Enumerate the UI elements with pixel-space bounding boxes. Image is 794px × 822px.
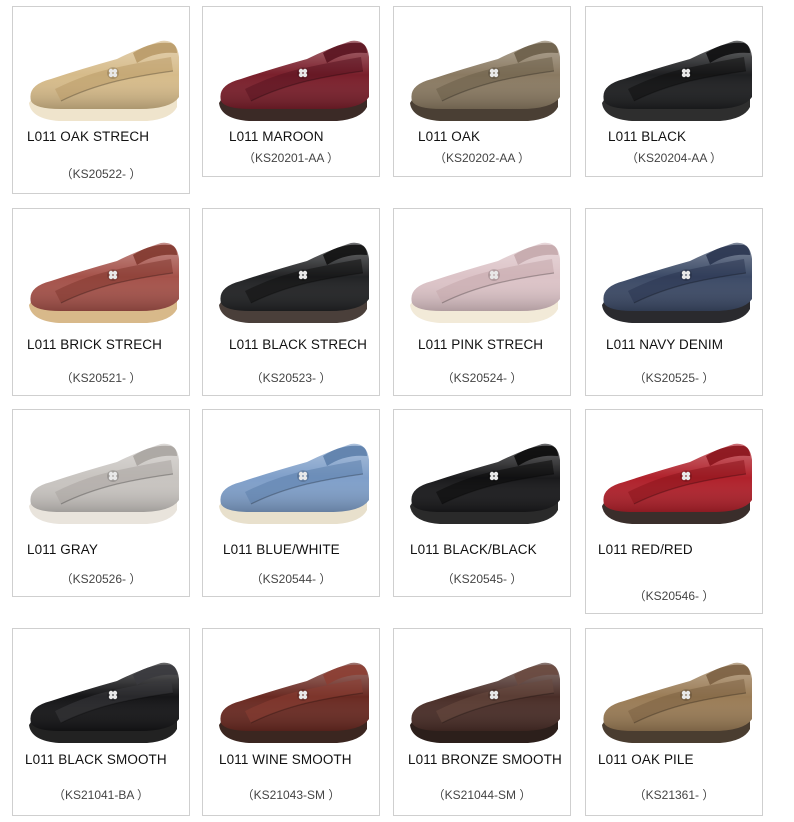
product-code: （KS20525- ） <box>633 371 715 385</box>
shoe-image <box>410 662 560 743</box>
product-name: L011 BLACK/BLACK <box>410 542 537 557</box>
product-code: （KS20546- ） <box>633 589 715 603</box>
product-card[interactable]: L011 OAK （KS20202-AA ） <box>393 6 571 177</box>
product-card[interactable]: L011 OAK PILE （KS21361- ） <box>585 628 763 816</box>
product-name: L011 BLUE/WHITE <box>223 542 340 557</box>
product-code: （KS20522- ） <box>60 167 142 181</box>
product-card[interactable]: L011 RED/RED （KS20546- ） <box>585 409 763 614</box>
product-name: L011 OAK STRECH <box>27 129 150 144</box>
product-code: （KS21044-SM ） <box>432 788 532 802</box>
product-code: （KS20204-AA ） <box>625 151 723 165</box>
product-name: L011 OAK <box>418 129 481 144</box>
product-name: L011 GRAY <box>27 542 98 557</box>
shoe-image <box>29 242 179 323</box>
product-name: L011 WINE SMOOTH <box>219 752 352 767</box>
product-name: L011 PINK STRECH <box>418 337 544 352</box>
shoe-image <box>29 40 179 121</box>
product-card[interactable]: L011 BLACK SMOOTH （KS21041-BA ） <box>12 628 190 816</box>
product-card[interactable]: L011 PINK STRECH （KS20524- ） <box>393 208 571 396</box>
shoe-image <box>29 443 179 524</box>
shoe-image <box>219 242 369 323</box>
product-code: （KS21361- ） <box>633 788 715 802</box>
shoe-image <box>410 443 560 524</box>
product-name: L011 BLACK SMOOTH <box>25 752 167 767</box>
product-card[interactable]: L011 BRONZE SMOOTH （KS21044-SM ） <box>393 628 571 816</box>
product-code: （KS20526- ） <box>60 572 142 586</box>
product-name: L011 OAK PILE <box>598 752 694 767</box>
product-code: （KS20524- ） <box>441 371 523 385</box>
shoe-image <box>602 242 752 323</box>
product-card[interactable]: L011 OAK STRECH （KS20522- ） <box>12 6 190 194</box>
shoe-image <box>410 242 560 323</box>
product-name: L011 BLACK STRECH <box>229 337 368 352</box>
shoe-image <box>219 662 369 743</box>
shoe-image <box>29 662 179 743</box>
product-card[interactable]: L011 WINE SMOOTH （KS21043-SM ） <box>202 628 380 816</box>
shoe-image <box>602 662 752 743</box>
product-name: L011 BLACK <box>608 129 687 144</box>
product-code: （KS20523- ） <box>250 371 332 385</box>
shoe-image <box>219 40 369 121</box>
shoe-image <box>219 443 369 524</box>
product-card[interactable]: L011 GRAY （KS20526- ） <box>12 409 190 597</box>
product-name: L011 RED/RED <box>598 542 693 557</box>
product-card[interactable]: L011 BLACK/BLACK （KS20545- ） <box>393 409 571 597</box>
shoe-image <box>410 40 560 121</box>
product-card[interactable]: L011 BLUE/WHITE （KS20544- ） <box>202 409 380 597</box>
product-code: （KS20544- ） <box>250 572 332 586</box>
product-name: L011 BRONZE SMOOTH <box>408 752 562 767</box>
product-name: L011 MAROON <box>229 129 324 144</box>
product-code: （KS20202-AA ） <box>433 151 531 165</box>
product-code: （KS20521- ） <box>60 371 142 385</box>
product-card[interactable]: L011 BRICK STRECH （KS20521- ） <box>12 208 190 396</box>
product-code: （KS21041-BA ） <box>52 788 150 802</box>
product-card[interactable]: L011 BLACK STRECH （KS20523- ） <box>202 208 380 396</box>
product-code: （KS21043-SM ） <box>241 788 341 802</box>
product-name: L011 NAVY DENIM <box>606 337 724 352</box>
product-card[interactable]: L011 BLACK （KS20204-AA ） <box>585 6 763 177</box>
shoe-image <box>602 40 752 121</box>
product-card[interactable]: L011 MAROON （KS20201-AA ） <box>202 6 380 177</box>
product-code: （KS20545- ） <box>441 572 523 586</box>
product-card[interactable]: L011 NAVY DENIM （KS20525- ） <box>585 208 763 396</box>
product-code: （KS20201-AA ） <box>242 151 340 165</box>
product-name: L011 BRICK STRECH <box>27 337 162 352</box>
shoe-image <box>602 443 752 524</box>
